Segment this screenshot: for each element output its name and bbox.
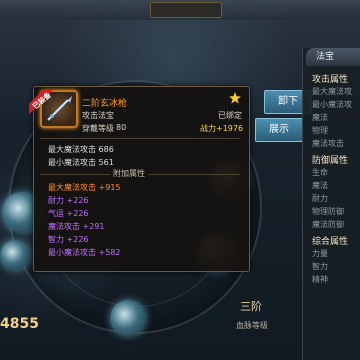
power-value: 战力+1976 bbox=[200, 124, 244, 133]
tooltip-divider bbox=[40, 138, 240, 139]
base-stat-max-magic-attack: 最大魔法攻击 686 bbox=[48, 145, 114, 154]
item-type: 攻击法宝 bbox=[82, 111, 114, 120]
attribute-item: 精神 bbox=[312, 275, 328, 284]
base-stat-min-magic-attack: 最小魔法攻击 561 bbox=[48, 158, 114, 167]
bound-status: 已绑定 bbox=[218, 111, 242, 120]
equipped-badge: 已装备 bbox=[29, 90, 55, 116]
extra-stat-row: 最大魔法攻击 +915 bbox=[48, 183, 121, 192]
artifact-orb[interactable] bbox=[110, 300, 146, 336]
star-icon bbox=[229, 92, 241, 104]
extra-stat-row: 耐力 +226 bbox=[48, 196, 89, 205]
attribute-section-heading: 防御属性 bbox=[312, 156, 349, 166]
bloodline-stage-label: 血脉等级 bbox=[236, 321, 268, 330]
attribute-item: 最小魔法攻 bbox=[312, 100, 352, 109]
attribute-item: 魔法 bbox=[312, 113, 328, 122]
artifact-orb[interactable] bbox=[0, 240, 30, 270]
attribute-item: 智力 bbox=[312, 262, 328, 271]
extra-stat-row: 最小魔法攻击 +582 bbox=[48, 248, 121, 257]
attribute-item: 生命 bbox=[312, 168, 328, 177]
attribute-item: 耐力 bbox=[312, 194, 328, 203]
attribute-item: 力量 bbox=[312, 249, 328, 258]
attribute-section-heading: 综合属性 bbox=[312, 237, 349, 247]
attribute-section-heading: 攻击属性 bbox=[312, 75, 349, 85]
combat-score: 4855 bbox=[0, 316, 39, 332]
bloodline-stage-value: 三阶 bbox=[240, 300, 262, 313]
attribute-item: 魔法攻击 bbox=[312, 139, 344, 148]
attribute-item: 物理 bbox=[312, 126, 328, 135]
extra-attributes-title: 附加属性 bbox=[110, 168, 148, 179]
attribute-item: 魔法防御 bbox=[312, 220, 344, 229]
attribute-item: 最大魔法攻 bbox=[312, 87, 352, 96]
item-name: 二阶玄冰枪 bbox=[82, 99, 128, 109]
tab-artifact[interactable]: 法宝 bbox=[306, 48, 360, 66]
top-frame-decoration bbox=[150, 2, 222, 18]
show-button[interactable]: 展示 bbox=[255, 118, 303, 142]
extra-stat-row: 智力 +226 bbox=[48, 235, 89, 244]
wear-level-value: 80 bbox=[116, 123, 127, 132]
extra-stat-row: 魔法攻击 +291 bbox=[48, 222, 105, 231]
attribute-item: 魔法 bbox=[312, 181, 328, 190]
attribute-item: 物理防御 bbox=[312, 207, 344, 216]
extra-stat-row: 气运 +226 bbox=[48, 209, 89, 218]
wear-level-label: 穿戴等级 bbox=[82, 124, 114, 133]
